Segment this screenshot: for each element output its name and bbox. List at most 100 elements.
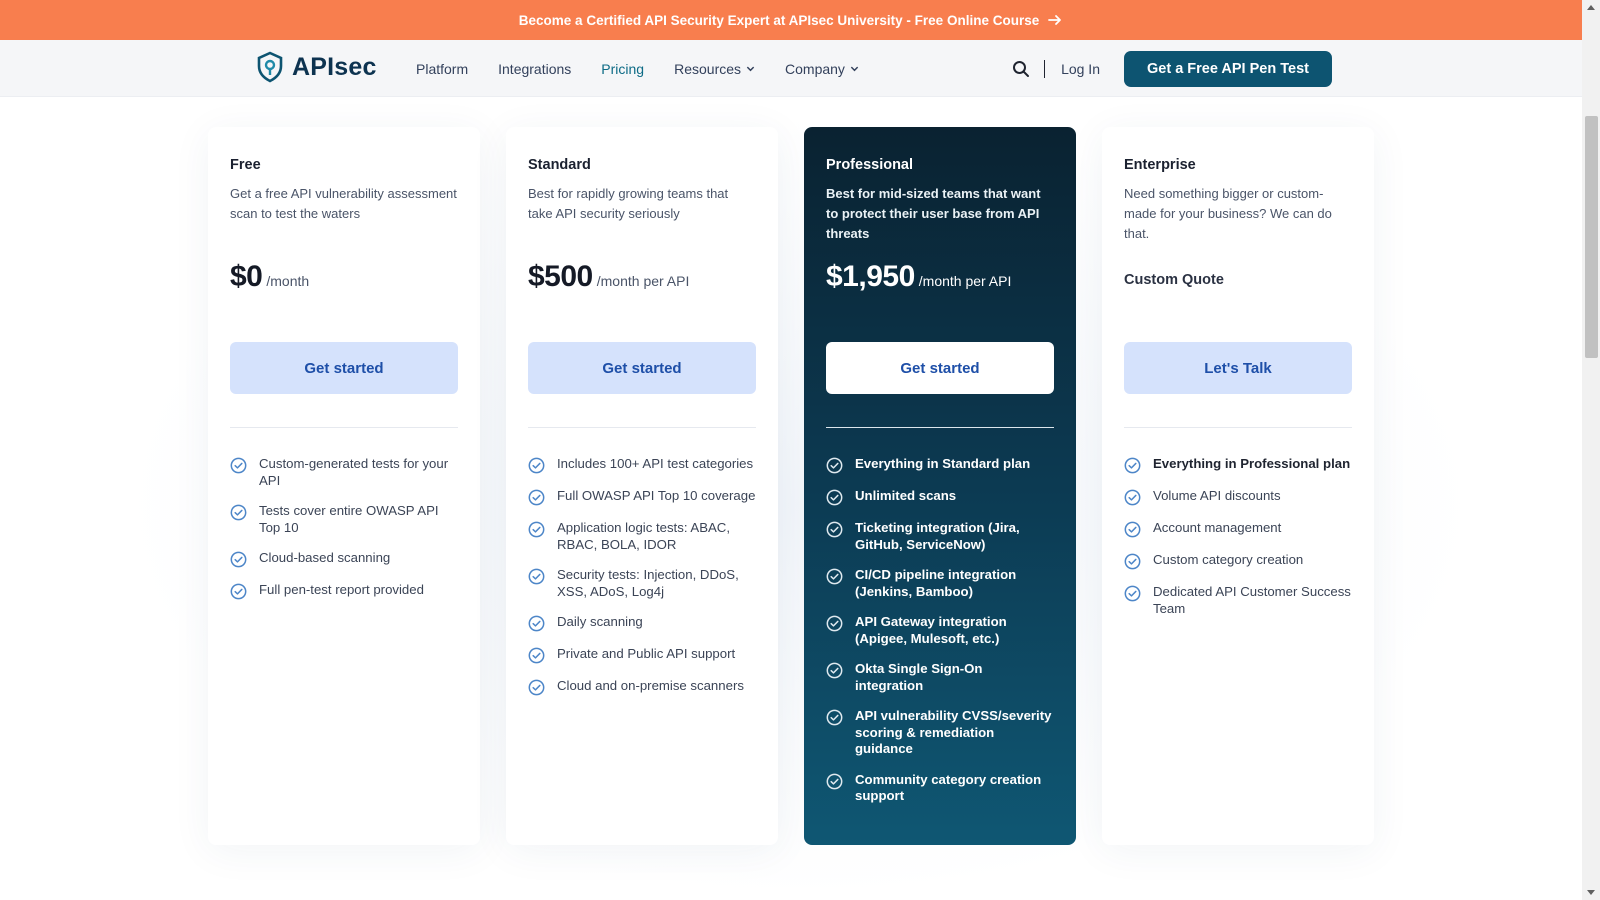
check-circle-icon [230, 551, 247, 568]
vertical-scrollbar[interactable] [1582, 0, 1600, 900]
price-row: $0 /month [230, 260, 458, 302]
feature-text: Custom category creation [1153, 552, 1304, 567]
login-link[interactable]: Log In [1061, 61, 1100, 77]
promo-text[interactable]: Become a Certified API Security Expert a… [519, 13, 1039, 28]
shield-lock-icon [257, 51, 283, 83]
divider [230, 427, 458, 428]
divider [528, 427, 756, 428]
list-item: Volume API discounts [1124, 488, 1352, 506]
check-circle-icon [826, 662, 843, 679]
check-circle-icon [826, 709, 843, 726]
plan-name: Enterprise [1124, 157, 1196, 173]
scrollbar-thumb[interactable] [1585, 116, 1598, 358]
check-circle-icon [528, 679, 545, 696]
nav-item-label: Platform [416, 60, 469, 77]
feature-text: Custom-generated tests for your API [259, 456, 449, 488]
feature-text: CI/CD pipeline integration (Jenkins, Bam… [855, 567, 1017, 599]
check-circle-icon [826, 568, 843, 585]
plan-period: /month [266, 273, 310, 289]
lets-talk-button[interactable]: Let's Talk [1124, 342, 1352, 394]
custom-quote-label: Custom Quote [1124, 272, 1224, 288]
plan-name: Professional [826, 157, 914, 173]
plan-description: Best for rapidly growing teams that take… [528, 186, 729, 221]
check-circle-icon [230, 583, 247, 600]
nav-item-company[interactable]: Company [785, 61, 859, 77]
get-started-button[interactable]: Get started [528, 342, 756, 394]
feature-text: Cloud and on-premise scanners [557, 678, 744, 693]
get-started-button[interactable]: Get started [230, 342, 458, 394]
check-circle-icon [528, 615, 545, 632]
feature-text: Cloud-based scanning [259, 550, 391, 565]
feature-text: Unlimited scans [855, 488, 957, 503]
list-item: Cloud and on-premise scanners [528, 678, 756, 696]
list-item: Unlimited scans [826, 488, 1054, 506]
feature-text: Application logic tests: ABAC, RBAC, BOL… [557, 520, 730, 552]
nav-item-label: Pricing [601, 60, 645, 77]
feature-text: Community category creation support [855, 771, 1042, 804]
nav-item-resources[interactable]: Resources [674, 61, 755, 77]
free-pen-test-button[interactable]: Get a Free API Pen Test [1124, 50, 1332, 87]
plan-name: Free [230, 157, 261, 173]
nav-actions: Log In Get a Free API Pen Test [1012, 40, 1332, 97]
feature-list: Custom-generated tests for your API Test… [230, 456, 458, 600]
feature-text: Full OWASP API Top 10 coverage [557, 488, 756, 503]
feature-text: Private and Public API support [557, 646, 736, 661]
list-item: Everything in Standard plan [826, 456, 1054, 474]
scroll-up-arrow-icon[interactable] [1587, 5, 1595, 10]
plan-description: Need something bigger or custom-made for… [1124, 186, 1332, 241]
nav-item-integrations[interactable]: Integrations [498, 61, 571, 77]
feature-list: Includes 100+ API test categories Full O… [528, 456, 756, 696]
check-circle-icon [826, 457, 843, 474]
nav-item-platform[interactable]: Platform [416, 61, 468, 77]
promo-banner[interactable]: Become a Certified API Security Expert a… [0, 0, 1582, 40]
feature-text: Everything in Professional plan [1153, 456, 1351, 471]
plan-description: Get a free API vulnerability assessment … [230, 186, 457, 221]
feature-text: Full pen-test report provided [259, 582, 424, 597]
check-circle-icon [528, 489, 545, 506]
divider [826, 427, 1054, 428]
list-item: Ticketing integration (Jira, GitHub, Ser… [826, 520, 1054, 553]
list-item: Full pen-test report provided [230, 582, 458, 600]
list-item: Full OWASP API Top 10 coverage [528, 488, 756, 506]
plan-card-enterprise: Enterprise Need something bigger or cust… [1102, 127, 1374, 845]
check-circle-icon [230, 457, 247, 474]
plan-price: $500 [528, 260, 593, 293]
search-icon[interactable] [1012, 60, 1030, 78]
feature-text: Everything in Standard plan [855, 456, 1031, 471]
feature-list: Everything in Professional plan Volume A… [1124, 456, 1352, 617]
feature-text: Account management [1153, 520, 1282, 535]
check-circle-icon [1124, 457, 1141, 474]
check-circle-icon [826, 615, 843, 632]
list-item: CI/CD pipeline integration (Jenkins, Bam… [826, 567, 1054, 600]
list-item: Dedicated API Customer Success Team [1124, 584, 1352, 617]
feature-text: Tests cover entire OWASP API Top 10 [259, 503, 439, 535]
feature-text: Okta Single Sign-On integration [855, 661, 983, 693]
price-row: $1,950 /month per API [826, 260, 1054, 302]
feature-list: Everything in Standard plan Unlimited sc… [826, 456, 1054, 805]
scroll-down-arrow-icon[interactable] [1587, 890, 1595, 895]
plan-name: Standard [528, 157, 591, 173]
nav-item-pricing[interactable]: Pricing [601, 61, 644, 77]
plan-card-professional: Professional Best for mid-sized teams th… [804, 127, 1076, 845]
chevron-down-icon [746, 66, 755, 72]
check-circle-icon [528, 568, 545, 585]
chevron-down-icon [850, 66, 859, 72]
list-item: Community category creation support [826, 772, 1054, 805]
logo-text: APIsec [292, 52, 377, 81]
list-item: Daily scanning [528, 614, 756, 632]
list-item: Private and Public API support [528, 646, 756, 664]
get-started-button[interactable]: Get started [826, 342, 1054, 394]
check-circle-icon [528, 457, 545, 474]
brand-logo[interactable]: APIsec [256, 51, 377, 83]
feature-text: Security tests: Injection, DDoS, XSS, AD… [557, 567, 739, 599]
check-circle-icon [1124, 585, 1141, 602]
check-circle-icon [826, 521, 843, 538]
top-navigation: APIsec Platform Integrations Pricing Res… [0, 40, 1582, 97]
check-circle-icon [1124, 521, 1141, 538]
check-circle-icon [826, 489, 843, 506]
divider [1124, 427, 1352, 428]
check-circle-icon [1124, 489, 1141, 506]
list-item: Application logic tests: ABAC, RBAC, BOL… [528, 520, 756, 553]
plan-period: /month per API [596, 273, 690, 289]
feature-text: Volume API discounts [1153, 488, 1281, 503]
